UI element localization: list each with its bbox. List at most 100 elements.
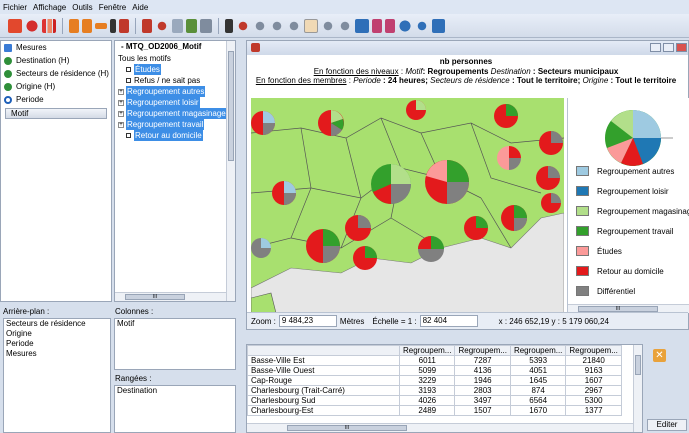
pie-marker[interactable] [425, 160, 469, 204]
list-item[interactable]: Mesures [4, 349, 110, 359]
tree-hscrollbar[interactable]: III [115, 292, 226, 301]
list-item[interactable]: Origine [4, 329, 110, 339]
close-button[interactable] [676, 43, 687, 52]
paint-icon[interactable] [186, 18, 197, 33]
pie-marker[interactable] [406, 100, 426, 120]
nav-destination[interactable]: Destination (H) [1, 54, 111, 67]
table-header[interactable]: Regroupem... [454, 345, 511, 356]
map-icon[interactable] [355, 18, 369, 33]
pie-marker[interactable] [371, 164, 411, 204]
table-header[interactable]: Regroupem... [509, 345, 567, 356]
scroll-thumb[interactable]: III [287, 425, 407, 431]
scroll-thumb[interactable] [635, 355, 641, 375]
pointer-icon[interactable] [110, 18, 116, 33]
select-icon[interactable] [225, 18, 233, 33]
menu-fenetre[interactable]: Fenêtre [99, 3, 127, 12]
zoom-prev-icon[interactable] [287, 18, 301, 33]
tree-item-retour-domicile[interactable]: Retour au domicile [115, 130, 235, 141]
list-item[interactable]: Periode [4, 339, 110, 349]
search-icon[interactable] [415, 18, 429, 33]
pie-marker[interactable] [494, 104, 518, 128]
table-header[interactable] [247, 345, 400, 356]
pie-marker[interactable] [345, 215, 371, 241]
minimize-button[interactable] [650, 43, 661, 52]
pie-marker[interactable] [251, 238, 271, 258]
nav-origine[interactable]: Origine (H) [1, 80, 111, 93]
zoom-layer-icon[interactable] [338, 18, 352, 33]
binoculars-icon[interactable] [432, 18, 445, 33]
rangees-list[interactable]: Destination [114, 385, 236, 433]
tree-vscrollbar[interactable] [226, 41, 235, 301]
info-icon[interactable] [398, 18, 412, 33]
pie-marker[interactable] [251, 111, 275, 135]
list-item[interactable]: Secteurs de résidence [4, 319, 110, 329]
expand-icon[interactable]: + [118, 88, 124, 95]
measure-icon[interactable] [372, 18, 382, 33]
table-row[interactable]: Basse-Ville Est 6011 7287 5393 21840 [247, 355, 622, 366]
style-icon[interactable] [385, 18, 395, 33]
pie-marker[interactable] [306, 229, 340, 263]
table-vscrollbar[interactable] [633, 345, 642, 432]
arrow-dim-icon[interactable] [95, 22, 107, 29]
table-header[interactable]: Regroupem... [398, 345, 456, 356]
table-header[interactable]: Regroupem... [565, 345, 622, 356]
pie-marker[interactable] [501, 205, 527, 231]
table-row[interactable]: Charlesbourg-Est 2489 1507 1670 1377 [247, 405, 622, 416]
pie-chart-icon[interactable] [25, 18, 39, 33]
dimension2-icon[interactable] [82, 18, 92, 33]
pie-marker[interactable] [539, 131, 563, 155]
tree-root[interactable]: Tous les motifs [115, 53, 235, 64]
table-hscrollbar[interactable]: III [247, 423, 633, 432]
map-canvas[interactable] [251, 98, 564, 313]
zoom-in-icon[interactable] [236, 18, 250, 33]
nav-secteurs-residence[interactable]: Secteurs de résidence (H) [1, 67, 111, 80]
pin-icon[interactable] [119, 18, 129, 33]
print-icon[interactable] [200, 18, 212, 33]
pie-marker[interactable] [418, 236, 444, 262]
list-item[interactable]: Motif [115, 319, 235, 329]
nav-mesures[interactable]: Mesures [1, 41, 111, 54]
scale-input[interactable]: 82 404 [419, 315, 478, 327]
colonnes-list[interactable]: Motif [114, 318, 236, 370]
menu-aide[interactable]: Aide [132, 3, 148, 12]
pie-marker[interactable] [536, 166, 560, 190]
maximize-button[interactable] [663, 43, 674, 52]
pie-marker[interactable] [497, 146, 521, 170]
expand-icon[interactable]: + [118, 121, 124, 128]
copy-icon[interactable] [172, 18, 183, 33]
table-row[interactable]: Basse-Ville Ouest 5099 4136 4051 9163 [247, 365, 622, 376]
scroll-thumb[interactable]: III [125, 294, 185, 300]
menu-fichier[interactable]: Fichier [3, 3, 27, 12]
list-item[interactable]: Destination [115, 386, 235, 396]
expand-icon[interactable]: + [118, 99, 124, 106]
close-icon[interactable]: ✕ [653, 349, 666, 362]
pie-marker[interactable] [353, 246, 377, 270]
tree-item-etudes[interactable]: Études [115, 64, 235, 75]
pie-marker[interactable] [272, 181, 296, 205]
edit-button[interactable]: Editer [647, 419, 687, 431]
table-row[interactable]: Charlesbourg Sud 4026 3497 6564 5300 [247, 395, 622, 406]
arriere-plan-list[interactable]: Secteurs de résidence Origine Periode Me… [3, 318, 111, 433]
menu-outils[interactable]: Outils [72, 3, 92, 12]
hand-icon[interactable] [304, 18, 318, 33]
pie-marker[interactable] [318, 110, 344, 137]
menu-affichage[interactable]: Affichage [33, 3, 66, 12]
zoom-input[interactable]: 9 484,23 [278, 315, 337, 327]
pie-marker[interactable] [464, 216, 488, 240]
bar-chart-icon[interactable] [42, 18, 56, 33]
tree-item-regroupement-autres[interactable]: + Regroupement autres [115, 86, 235, 97]
nav-periode[interactable]: Periode [1, 93, 111, 106]
scroll-thumb[interactable] [228, 51, 234, 161]
tree-item-regroupement-loisir[interactable]: + Regroupement loisir [115, 97, 235, 108]
expand-icon[interactable]: + [118, 110, 124, 117]
zoom-window-icon[interactable] [270, 18, 284, 33]
tree-item-regroupement-magasinage[interactable]: + Regroupement magasinage [115, 108, 235, 119]
tree-item-refus[interactable]: Refus / ne sait pas [115, 75, 235, 86]
tree-item-regroupement-travail[interactable]: + Regroupement travail [115, 119, 235, 130]
dimension-icon[interactable] [69, 18, 79, 33]
table-row[interactable]: Cap-Rouge 3229 1946 1645 1607 [247, 375, 622, 386]
zoom-out-icon[interactable] [253, 18, 267, 33]
zoom-icon[interactable] [155, 18, 169, 33]
layer-icon[interactable] [142, 18, 152, 33]
motif-button[interactable]: Motif [5, 108, 107, 119]
